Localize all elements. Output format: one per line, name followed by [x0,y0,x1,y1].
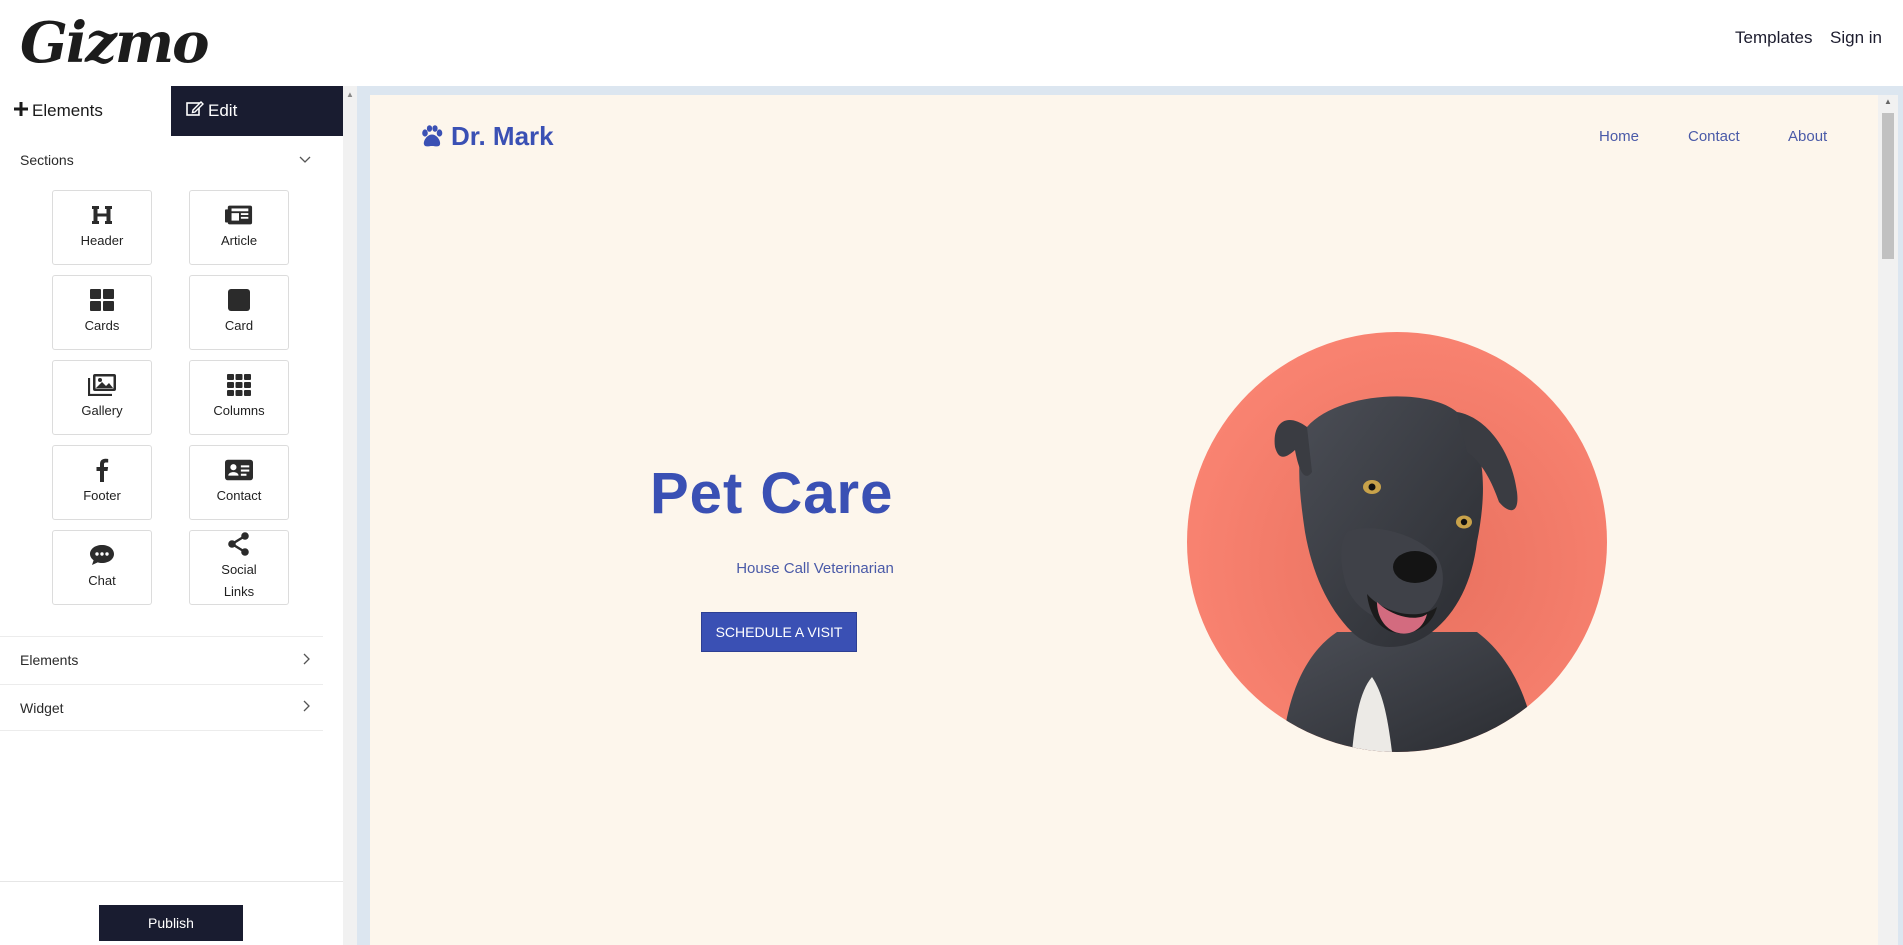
share-icon [225,532,253,556]
hero-title: Pet Care [650,461,894,526]
hero-subtitle: House Call Veterinarian [736,560,894,577]
widget-accordion[interactable]: Widget [0,684,323,731]
tile-social-links[interactable]: Social Links [189,530,289,605]
elements-accordion-label: Elements [20,652,79,668]
heading-icon [88,203,116,227]
tile-label: Footer [83,488,121,503]
id-card-icon [225,458,253,482]
builder-panel: Elements Edit Sections Header Article Ca… [0,86,343,945]
tile-contact[interactable]: Contact [189,445,289,520]
edit-icon [186,100,204,122]
site-nav-contact[interactable]: Contact [1688,128,1740,145]
tile-label: Header [80,233,124,248]
canvas-frame: Dr. Mark Home Contact About Pet Care Hou… [357,86,1903,945]
sections-label: Sections [20,151,74,168]
panel-scrollbar[interactable]: ▲ [343,86,357,945]
app-logo[interactable]: Gizmo [20,10,210,76]
site-preview[interactable]: Dr. Mark Home Contact About Pet Care Hou… [370,95,1878,945]
images-icon [88,373,116,397]
tab-edit[interactable]: Edit [171,86,343,136]
paw-icon [422,124,443,146]
tile-label: Gallery [81,403,123,418]
grid-four-icon [88,288,116,312]
elements-accordion[interactable]: Elements [0,636,323,683]
panel-tabs: Elements Edit [0,86,343,136]
publish-button[interactable]: Publish [99,905,243,941]
preview-scrollbar[interactable]: ▲ [1878,95,1898,945]
tile-label: Social Links [221,562,257,599]
tab-elements[interactable]: Elements [0,86,171,136]
chevron-down-icon [299,152,311,167]
tile-label: Article [220,233,258,248]
tile-label: Columns [213,403,265,418]
templates-link[interactable]: Templates [1735,28,1812,48]
tab-elements-label: Elements [32,101,103,120]
schedule-visit-button[interactable]: SCHEDULE A VISIT [701,612,857,652]
tile-card[interactable]: Card [189,275,289,350]
site-logo-text: Dr. Mark [451,121,554,151]
site-logo[interactable]: Dr. Mark [419,121,554,152]
tile-columns[interactable]: Columns [189,360,289,435]
chat-bubble-icon [88,543,116,567]
tile-footer[interactable]: Footer [52,445,152,520]
widget-accordion-label: Widget [20,699,64,716]
panel-footer: Publish [0,881,343,945]
plus-icon [14,100,28,122]
chevron-right-icon [303,653,311,668]
top-bar: Gizmo Templates Sign in [0,0,1903,86]
newspaper-icon [225,203,253,227]
sections-accordion[interactable]: Sections [0,136,323,183]
preview-scrollbar-thumb[interactable] [1882,113,1894,259]
sign-in-link[interactable]: Sign in [1830,28,1882,48]
chevron-right-icon [303,700,311,715]
tile-header[interactable]: Header [52,190,152,265]
facebook-icon [88,458,116,482]
tile-label: Card [224,318,254,333]
scroll-up-arrow-icon[interactable]: ▲ [346,90,354,99]
grid-nine-icon [225,373,253,397]
scroll-up-arrow-icon[interactable]: ▲ [1884,97,1892,106]
site-nav-home[interactable]: Home [1599,128,1639,145]
tile-label: Contact [216,488,262,503]
dog-photo [1187,332,1607,752]
tab-edit-label: Edit [208,101,238,120]
tile-gallery[interactable]: Gallery [52,360,152,435]
tile-chat[interactable]: Chat [52,530,152,605]
tile-label: Chat [88,573,116,588]
site-nav-about[interactable]: About [1788,128,1827,145]
tile-label: Cards [84,318,120,333]
tile-cards[interactable]: Cards [52,275,152,350]
tile-article[interactable]: Article [189,190,289,265]
square-icon [225,288,253,312]
